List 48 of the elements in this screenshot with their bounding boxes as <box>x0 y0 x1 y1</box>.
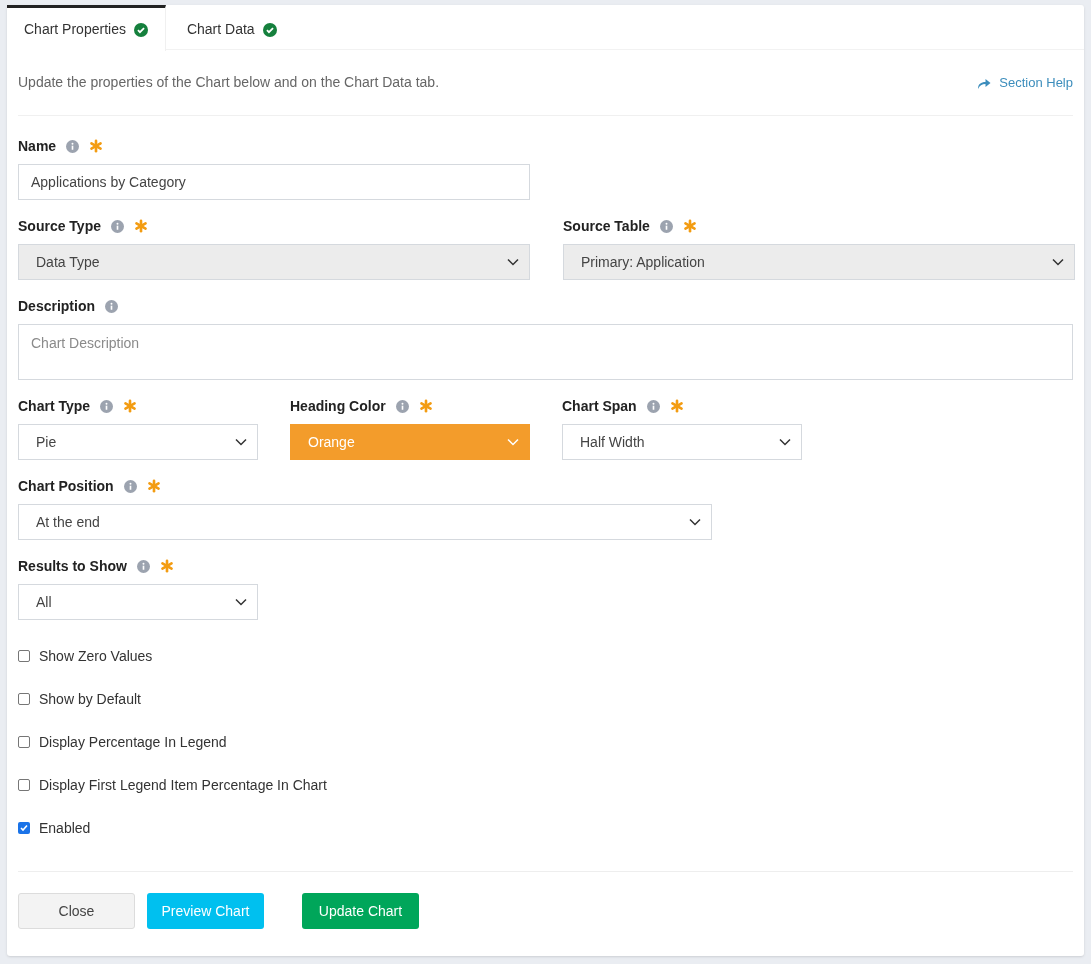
field-label: Chart Span <box>562 396 637 416</box>
section-help-link[interactable]: Section Help <box>977 72 1073 93</box>
checkbox-label: Display Percentage In Legend <box>39 732 227 752</box>
info-icon[interactable] <box>66 139 80 153</box>
action-button[interactable]: Close <box>18 893 135 929</box>
select-dropdown[interactable]: All <box>18 584 258 620</box>
select-dropdown[interactable]: Pie <box>18 424 258 460</box>
checkbox[interactable] <box>18 822 30 834</box>
caret-icon <box>235 438 247 446</box>
tab[interactable]: Chart Data <box>169 5 294 51</box>
tab[interactable]: Chart Properties <box>7 5 166 51</box>
info-icon[interactable] <box>100 399 114 413</box>
checkbox-label: Show by Default <box>39 689 141 709</box>
select-dropdown[interactable]: Half Width <box>562 424 802 460</box>
caret-icon <box>235 598 247 606</box>
checkbox[interactable] <box>18 650 30 662</box>
text-field[interactable]: Applications by Category <box>18 164 530 200</box>
info-icon[interactable] <box>111 219 124 233</box>
caret-icon <box>1052 258 1064 266</box>
select-dropdown[interactable]: At the end <box>18 504 712 540</box>
textarea-field[interactable]: Chart Description <box>18 324 1073 380</box>
field-label: Description <box>18 296 95 316</box>
info-icon[interactable] <box>136 559 150 573</box>
checkbox[interactable] <box>18 779 30 791</box>
info-icon[interactable] <box>123 479 137 493</box>
field-label: Source Type <box>18 216 101 236</box>
caret-icon <box>507 258 519 266</box>
field-label: Source Table <box>563 216 650 236</box>
select-dropdown[interactable]: Data Type <box>18 244 530 280</box>
caret-icon <box>689 518 701 526</box>
checkbox-label: Enabled <box>39 818 91 838</box>
checkbox[interactable] <box>18 693 30 705</box>
field-label: Chart Position <box>18 476 114 496</box>
checkbox-label: Show Zero Values <box>39 646 153 666</box>
caret-icon <box>779 438 791 446</box>
field-label: Results to Show <box>18 556 127 576</box>
info-icon[interactable] <box>659 219 673 233</box>
field-label: Name <box>18 136 57 156</box>
caret-icon <box>507 438 519 446</box>
checkbox[interactable] <box>18 736 30 748</box>
info-icon[interactable] <box>395 399 409 413</box>
select-dropdown[interactable]: Primary: Application <box>563 244 1075 280</box>
info-icon[interactable] <box>105 299 118 313</box>
intro-text: Update the properties of the Chart below and on the Chart Data tab. <box>18 73 440 92</box>
checkbox-label: Display First Legend Item Percentage In Chart <box>39 775 327 795</box>
field-label: Chart Type <box>18 396 91 416</box>
info-icon[interactable] <box>646 399 660 413</box>
field-label: Heading Color <box>290 396 386 416</box>
